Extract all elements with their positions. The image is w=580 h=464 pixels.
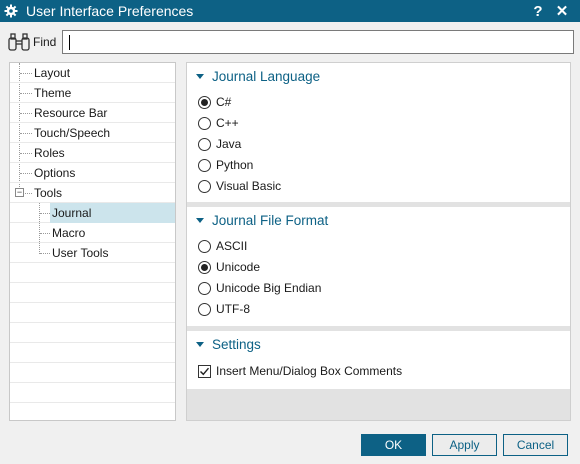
radio-label: Unicode — [216, 260, 261, 274]
radio-label: C# — [216, 95, 232, 109]
tree-empty-row — [10, 383, 175, 403]
section-title: Journal File Format — [212, 213, 329, 228]
journal-file-format-header[interactable]: Journal File Format — [196, 213, 328, 228]
radio-csharp[interactable]: C# — [198, 95, 231, 109]
find-input[interactable] — [62, 30, 574, 54]
tree-item-label: Macro — [52, 226, 86, 240]
tree-item-layout[interactable]: Layout — [10, 63, 175, 83]
radio-button-icon — [198, 95, 211, 109]
tree-empty-row — [10, 363, 175, 383]
title-bar: User Interface Preferences ? ✕ — [0, 0, 580, 22]
radio-button-icon — [198, 116, 211, 130]
tree-empty-row — [10, 343, 175, 363]
radio-button-icon — [198, 239, 211, 253]
radio-utf8[interactable]: UTF-8 — [198, 302, 250, 316]
collapse-triangle-icon — [196, 218, 204, 223]
tree-empty-row — [10, 303, 175, 323]
radio-unicode-big-endian[interactable]: Unicode Big Endian — [198, 281, 321, 295]
radio-label: C++ — [216, 116, 239, 130]
tree-item-label: Roles — [34, 146, 65, 160]
journal-file-format-section: Journal File Format ASCII Unicode Unicod… — [187, 207, 570, 326]
text-caret — [69, 35, 70, 50]
tree-item-theme[interactable]: Theme — [10, 83, 175, 103]
tree-item-label: User Tools — [52, 246, 109, 260]
radio-label: Python — [216, 158, 254, 172]
radio-button-icon — [198, 158, 211, 172]
insert-comments-checkbox[interactable]: Insert Menu/Dialog Box Comments — [198, 364, 402, 378]
checkbox-label: Insert Menu/Dialog Box Comments — [216, 364, 403, 378]
radio-button-icon — [198, 137, 211, 151]
ok-button[interactable]: OK — [361, 434, 426, 456]
section-title: Settings — [212, 337, 261, 352]
tree-item-label: Resource Bar — [34, 106, 108, 120]
tree-item-resource-bar[interactable]: Resource Bar — [10, 103, 175, 123]
tree-item-journal[interactable]: Journal — [10, 203, 175, 223]
tree-item-user-tools[interactable]: User Tools — [10, 243, 175, 263]
radio-ascii[interactable]: ASCII — [198, 239, 247, 253]
tree-item-tools[interactable]: − Tools — [10, 183, 175, 203]
apply-button[interactable]: Apply — [432, 434, 497, 456]
radio-label: UTF-8 — [216, 302, 250, 316]
binoculars-icon[interactable] — [7, 32, 31, 52]
find-row: Find — [0, 28, 580, 56]
tree-item-touch-speech[interactable]: Touch/Speech — [10, 123, 175, 143]
radio-java[interactable]: Java — [198, 137, 241, 151]
radio-button-icon — [198, 260, 211, 274]
radio-python[interactable]: Python — [198, 158, 253, 172]
tree-empty-row — [10, 403, 175, 420]
preferences-tree[interactable]: Layout Theme Resource Bar Touch/Speech R… — [9, 62, 176, 421]
collapse-expander-icon[interactable]: − — [15, 188, 24, 197]
radio-label: ASCII — [216, 239, 248, 253]
radio-label: Unicode Big Endian — [216, 281, 322, 295]
collapse-triangle-icon — [196, 342, 204, 347]
tree-item-options[interactable]: Options — [10, 163, 175, 183]
tree-empty-row — [10, 263, 175, 283]
radio-button-icon — [198, 302, 211, 316]
collapse-triangle-icon — [196, 74, 204, 79]
tree-empty-row — [10, 323, 175, 343]
tree-item-label: Tools — [34, 186, 63, 200]
tree-item-roles[interactable]: Roles — [10, 143, 175, 163]
radio-visual-basic[interactable]: Visual Basic — [198, 179, 281, 193]
section-title: Journal Language — [212, 69, 321, 84]
cancel-button[interactable]: Cancel — [503, 434, 568, 456]
tree-item-label: Theme — [34, 86, 72, 100]
radio-unicode[interactable]: Unicode — [198, 260, 260, 274]
window-title: User Interface Preferences — [26, 3, 194, 19]
radio-cpp[interactable]: C++ — [198, 116, 239, 130]
radio-button-icon — [198, 281, 211, 295]
close-button[interactable]: ✕ — [550, 0, 574, 22]
help-button[interactable]: ? — [526, 0, 550, 22]
find-label: Find — [33, 35, 57, 49]
radio-label: Visual Basic — [216, 179, 282, 193]
tree-item-label: Touch/Speech — [34, 126, 111, 140]
settings-header[interactable]: Settings — [196, 337, 261, 352]
gear-icon — [0, 0, 22, 22]
settings-panel: Journal Language C# C++ Java Python Visu… — [186, 62, 571, 421]
checkbox-checked-icon — [198, 364, 211, 378]
journal-language-section: Journal Language C# C++ Java Python Visu… — [187, 63, 570, 202]
journal-language-header[interactable]: Journal Language — [196, 69, 320, 84]
tree-item-label: Layout — [34, 66, 71, 80]
radio-button-icon — [198, 179, 211, 193]
radio-label: Java — [216, 137, 242, 151]
tree-item-label: Journal — [52, 206, 92, 220]
tree-empty-row — [10, 283, 175, 303]
tree-item-macro[interactable]: Macro — [10, 223, 175, 243]
settings-section: Settings Insert Menu/Dialog Box Comments — [187, 331, 570, 389]
tree-item-label: Options — [34, 166, 76, 180]
